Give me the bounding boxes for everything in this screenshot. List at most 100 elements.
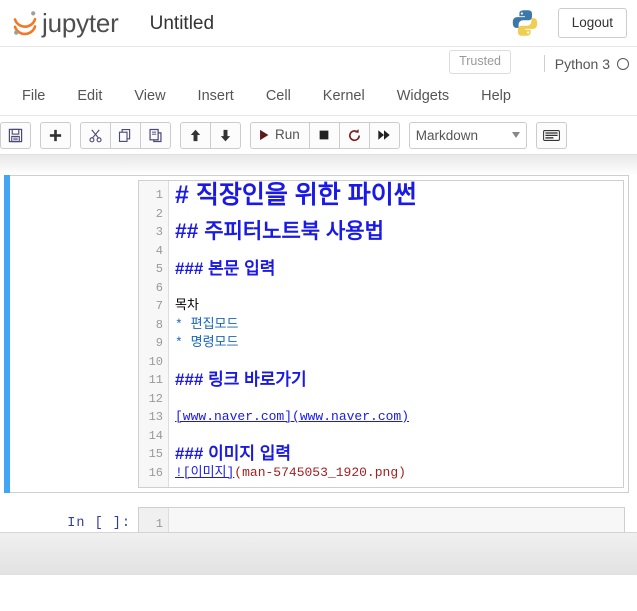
source-line xyxy=(175,353,619,372)
line-number: 5 xyxy=(155,262,163,276)
menu-item-help[interactable]: Help xyxy=(465,81,527,112)
save-floppy-icon xyxy=(8,128,23,143)
line-number: 15 xyxy=(148,447,163,461)
line-number: 1 xyxy=(155,517,163,531)
cell-type-value: Markdown xyxy=(415,127,479,143)
line-number: 12 xyxy=(148,391,163,406)
toolbar-group-move xyxy=(180,121,241,149)
save-button[interactable] xyxy=(0,121,31,149)
line-number: 8 xyxy=(155,317,163,332)
menu-bar: File Edit View Insert Cell Kernel Widget… xyxy=(0,79,637,116)
menu-item-edit[interactable]: Edit xyxy=(61,81,118,112)
cell-selection-bar xyxy=(4,175,10,493)
restart-kernel-button[interactable] xyxy=(338,121,370,149)
cell-type-select[interactable]: Markdown xyxy=(408,121,527,149)
notebook-header: jupyter Untitled Logout xyxy=(0,0,637,47)
kernel-divider xyxy=(543,55,545,72)
toolbar-group-palette xyxy=(535,121,567,149)
source-line xyxy=(175,515,620,534)
source-line: ## 주피터노트북 사용법 xyxy=(175,220,384,243)
line-number: 16 xyxy=(148,465,163,480)
markdown-cell[interactable]: 1 2 3 4 5 6 7 8 9 10 11 12 13 14 15 16 #… xyxy=(4,175,629,493)
scissors-icon xyxy=(88,128,103,143)
kernel-status-bar: Trusted Python 3 xyxy=(0,47,637,79)
kernel-idle-circle-icon xyxy=(617,57,629,70)
play-triangle-icon xyxy=(257,128,271,142)
jupyter-logo-icon xyxy=(10,8,40,38)
menu-item-file[interactable]: File xyxy=(6,81,61,112)
line-number: 9 xyxy=(155,336,163,350)
notebook-container: 1 2 3 4 5 6 7 8 9 10 11 12 13 14 15 16 #… xyxy=(0,175,637,575)
line-number: 10 xyxy=(148,354,163,369)
fast-forward-icon xyxy=(377,128,391,142)
arrow-down-icon xyxy=(218,128,233,143)
toolbar-group-run: Run xyxy=(250,121,400,149)
menu-item-cell[interactable]: Cell xyxy=(250,81,307,112)
source-line: * 편집모드 xyxy=(175,316,239,332)
line-number: 7 xyxy=(155,299,163,313)
menu-item-insert[interactable]: Insert xyxy=(182,81,250,112)
line-number: 6 xyxy=(155,280,163,295)
menu-item-widgets[interactable]: Widgets xyxy=(381,81,465,112)
line-number-gutter: 1 2 3 4 5 6 7 8 9 10 11 12 13 14 15 16 xyxy=(139,181,169,487)
restart-and-run-all-button[interactable] xyxy=(368,121,400,149)
page-footer xyxy=(0,532,637,575)
logout-button[interactable]: Logout xyxy=(557,7,627,39)
chevron-down-icon xyxy=(511,132,520,138)
paste-icon xyxy=(148,128,163,143)
source-line: ### 본문 입력 xyxy=(175,259,276,278)
markdown-source-text[interactable]: # 직장인을 위한 파이썬 ## 주피터노트북 사용법 ### 본문 입력 목차… xyxy=(169,181,623,487)
image-alt-token: ![이미지] xyxy=(175,464,235,480)
toolbar-group-save xyxy=(0,121,31,149)
keyboard-icon xyxy=(542,129,560,142)
run-button-label: Run xyxy=(275,127,300,143)
toolbar: Run Markdown xyxy=(0,116,637,155)
cut-button[interactable] xyxy=(80,121,111,149)
copy-button[interactable] xyxy=(110,121,141,149)
arrow-up-icon xyxy=(188,128,203,143)
line-number: 2 xyxy=(155,206,163,221)
kernel-indicator[interactable]: Python 3 xyxy=(543,55,629,72)
line-number: 1 xyxy=(155,188,163,202)
insert-cell-below-button[interactable] xyxy=(40,121,71,149)
source-line-image: ![이미지](man-5745053_1920.png) xyxy=(175,464,619,483)
copy-icon xyxy=(118,128,133,143)
interrupt-kernel-button[interactable] xyxy=(308,121,340,149)
image-url-token: (man-5745053_1920.png) xyxy=(234,464,406,480)
source-line: [www.naver.com](www.naver.com) xyxy=(175,409,410,424)
source-line xyxy=(175,390,619,409)
jupyter-logo-text: jupyter xyxy=(42,8,119,38)
source-line: 목차 xyxy=(175,298,199,313)
stop-square-icon xyxy=(317,128,331,142)
line-number: 11 xyxy=(148,373,163,387)
source-line xyxy=(175,242,619,261)
source-line: * 명령모드 xyxy=(175,335,239,350)
toolbar-group-clipboard xyxy=(80,121,171,149)
notebook-title[interactable]: Untitled xyxy=(147,10,217,37)
line-number: 4 xyxy=(155,243,163,258)
line-number: 14 xyxy=(148,428,163,443)
menu-item-view[interactable]: View xyxy=(118,81,181,112)
toolbar-group-insert xyxy=(40,121,71,149)
restart-circular-arrow-icon xyxy=(347,128,362,143)
source-line: ### 이미지 입력 xyxy=(175,444,292,463)
trusted-badge[interactable]: Trusted xyxy=(449,50,511,74)
jupyter-logo-link[interactable]: jupyter xyxy=(4,8,125,38)
command-palette-button[interactable] xyxy=(535,121,567,149)
source-line: ### 링크 바로가기 xyxy=(175,370,307,389)
notebook-top-spacer xyxy=(0,155,637,175)
paste-button[interactable] xyxy=(140,121,171,149)
line-number: 3 xyxy=(155,225,163,239)
run-cell-button[interactable]: Run xyxy=(250,121,310,149)
source-line: # 직장인을 위한 파이썬 xyxy=(175,181,417,209)
kernel-name-label: Python 3 xyxy=(554,55,610,72)
menu-item-kernel[interactable]: Kernel xyxy=(307,81,381,112)
move-cell-down-button[interactable] xyxy=(210,121,241,149)
source-line xyxy=(175,427,619,446)
source-line xyxy=(175,279,619,298)
plus-icon xyxy=(48,128,63,143)
markdown-cell-editor[interactable]: 1 2 3 4 5 6 7 8 9 10 11 12 13 14 15 16 #… xyxy=(138,180,624,488)
move-cell-up-button[interactable] xyxy=(180,121,211,149)
python-logo-icon xyxy=(510,8,540,38)
line-number: 13 xyxy=(148,410,163,424)
